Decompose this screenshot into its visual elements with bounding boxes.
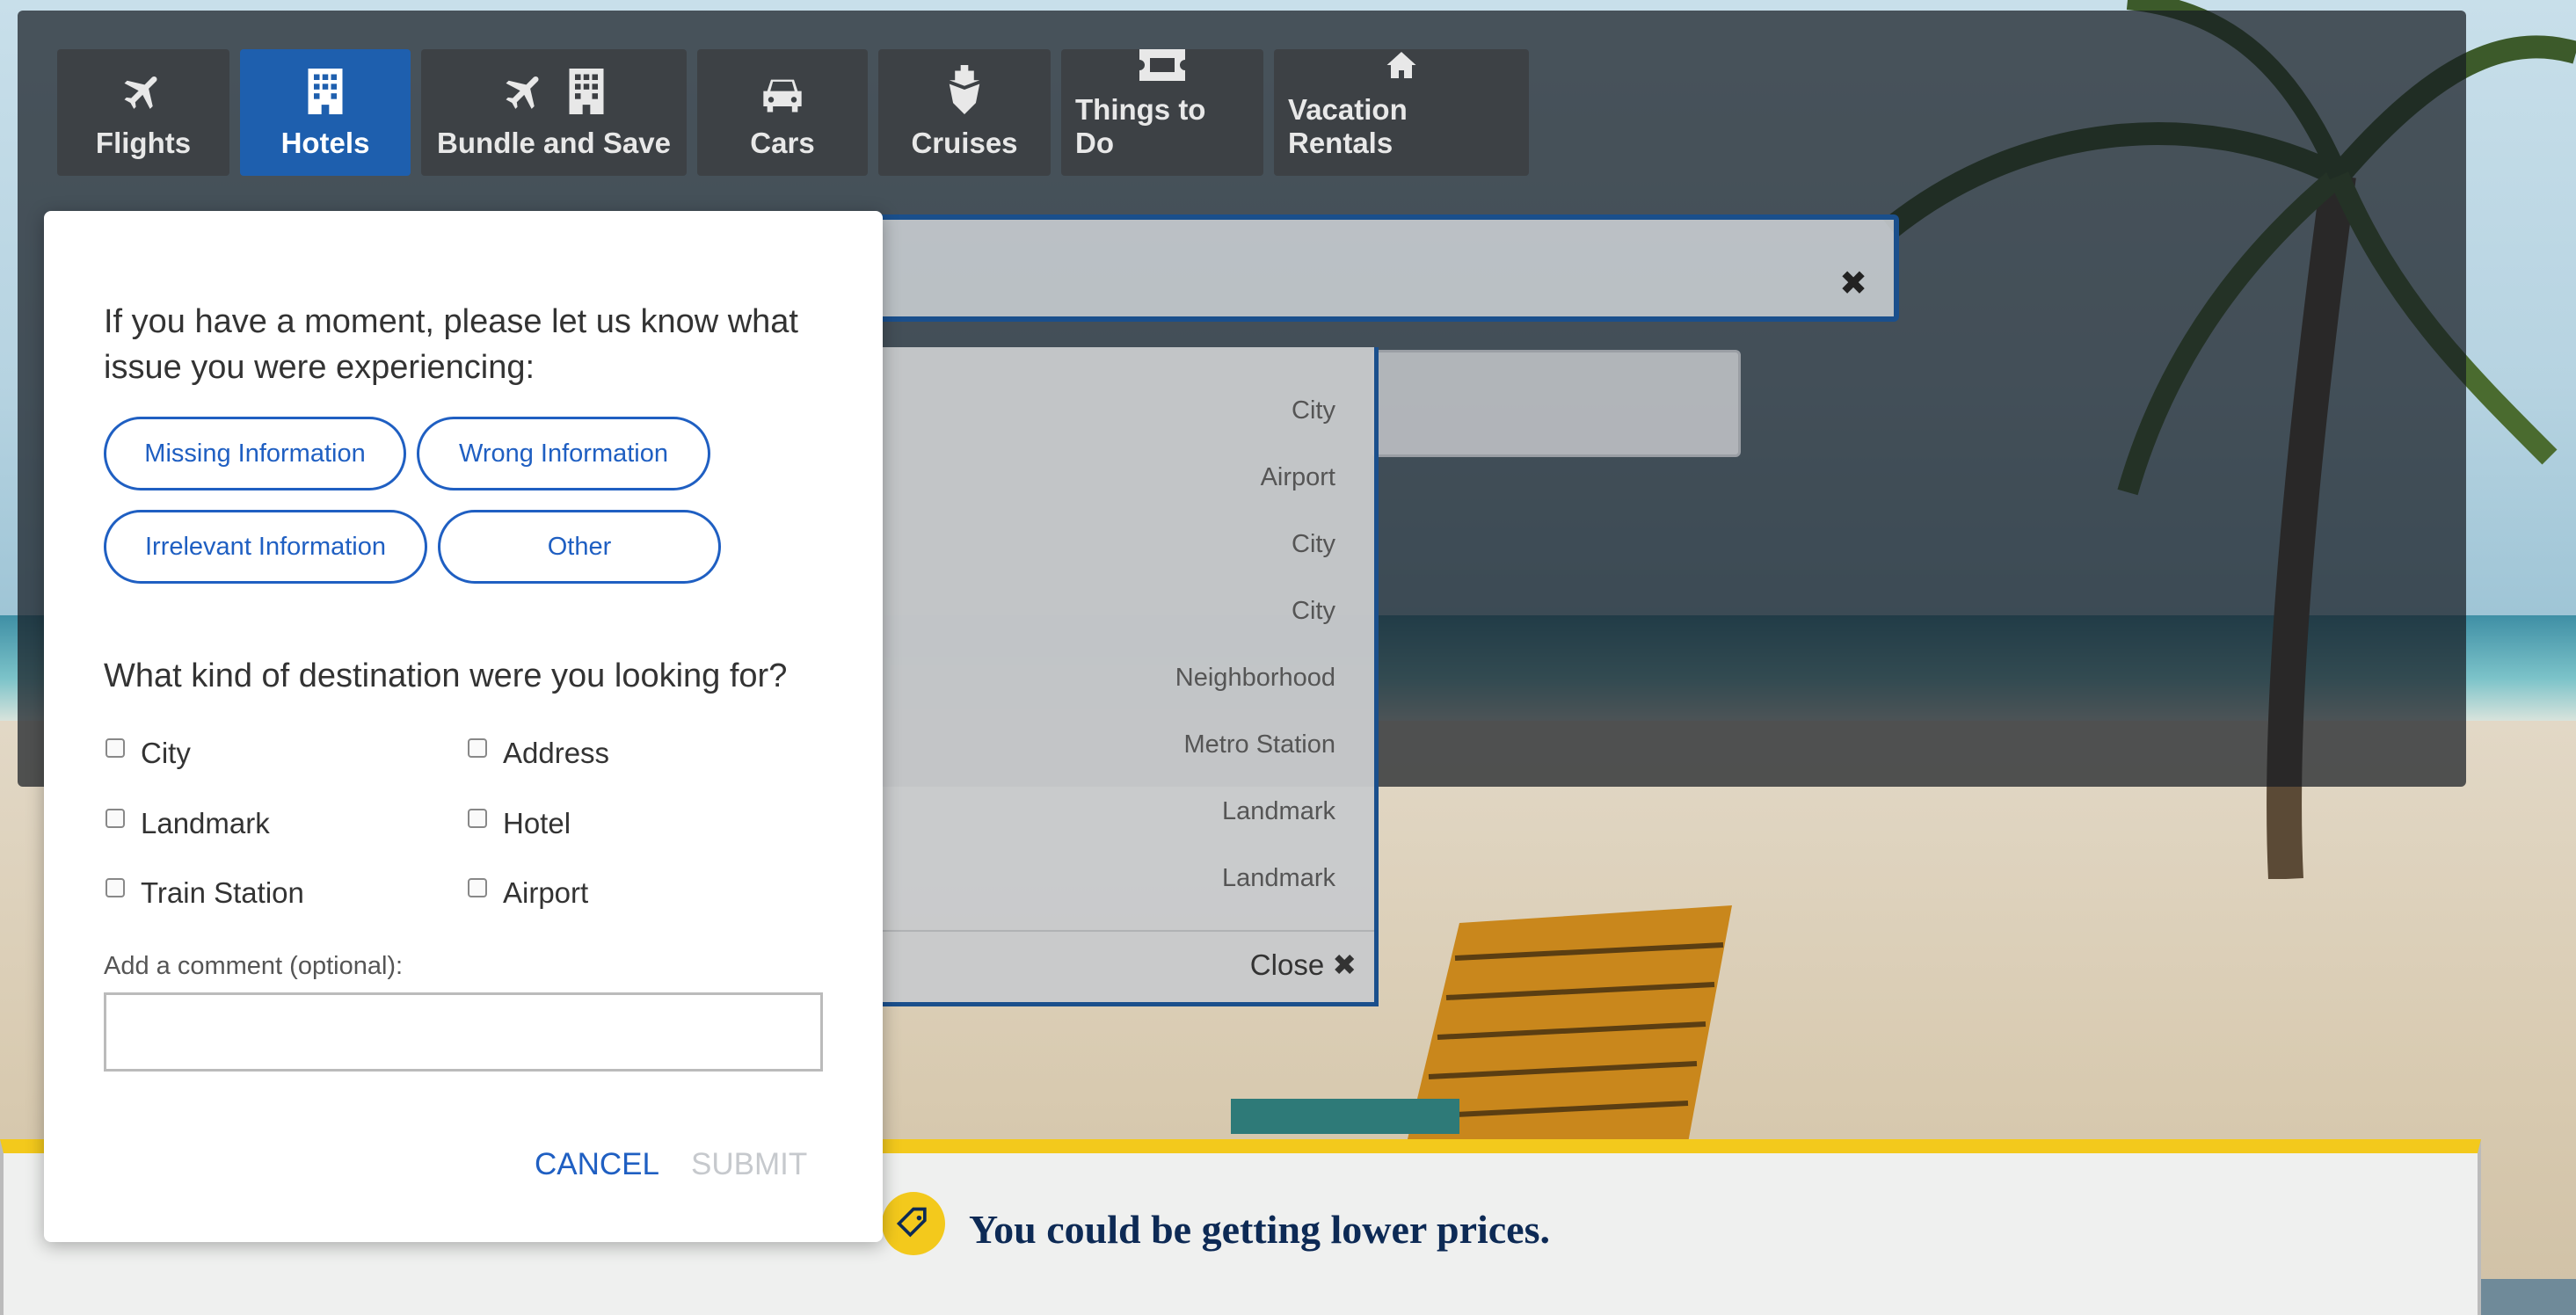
- plane-icon: [124, 76, 157, 109]
- close-label: Close: [1249, 948, 1325, 981]
- tab-label: Hotels: [280, 127, 370, 159]
- suggestion-type[interactable]: Landmark: [1222, 864, 1335, 893]
- suggestion-type[interactable]: Neighborhood: [1175, 664, 1335, 693]
- checkbox-label: City: [141, 737, 191, 769]
- checkbox-airport[interactable]: Airport: [468, 876, 588, 910]
- issue-question: If you have a moment, please let us know…: [104, 303, 798, 386]
- checkbox-label: Hotel: [503, 807, 571, 839]
- submit-button[interactable]: SUBMIT: [691, 1147, 807, 1182]
- tab-vacation-rentals[interactable]: Vacation Rentals: [1274, 49, 1529, 176]
- car-icon: [763, 79, 802, 113]
- close-icon: ✖: [1332, 948, 1357, 981]
- checkbox[interactable]: [468, 809, 487, 828]
- destination-question: What kind of destination were you lookin…: [104, 658, 788, 694]
- checkbox[interactable]: [106, 738, 125, 758]
- destination-suggestions: City Airport City City Neighborhood Metr…: [862, 347, 1379, 1006]
- checkbox-label: Landmark: [141, 807, 270, 839]
- tab-bundle-and-save[interactable]: Bundle and Save: [421, 49, 687, 176]
- tab-label: Bundle and Save: [437, 127, 671, 159]
- option-other[interactable]: Other: [438, 510, 721, 584]
- checkbox-hotel[interactable]: Hotel: [468, 807, 571, 840]
- checkbox-address[interactable]: Address: [468, 737, 609, 770]
- suggestion-type[interactable]: City: [1292, 530, 1335, 559]
- building-icon: [569, 69, 604, 114]
- cancel-button[interactable]: CANCEL: [535, 1147, 659, 1182]
- suggestion-type[interactable]: City: [1292, 597, 1335, 626]
- ship-icon: [949, 65, 980, 114]
- suggestion-type[interactable]: City: [1292, 396, 1335, 425]
- suggestion-type[interactable]: Metro Station: [1184, 730, 1335, 759]
- tab-cruises[interactable]: Cruises: [878, 49, 1051, 176]
- checkbox-label: Train Station: [141, 876, 304, 909]
- tab-cars[interactable]: Cars: [697, 49, 868, 176]
- comment-field[interactable]: [104, 992, 823, 1072]
- checkbox-label: Address: [503, 737, 610, 769]
- checkbox[interactable]: [468, 878, 487, 897]
- product-tabs: Flights Hotels Bundle and Save Cars Crui…: [57, 49, 1529, 176]
- price-banner-text: You could be getting lower prices.: [969, 1207, 1551, 1252]
- checkbox[interactable]: [106, 878, 125, 897]
- tab-flights[interactable]: Flights: [57, 49, 229, 176]
- option-missing-information[interactable]: Missing Information: [104, 417, 406, 490]
- comment-label: Add a comment (optional):: [104, 952, 404, 980]
- tab-label: Flights: [95, 127, 192, 159]
- date-field[interactable]: [1372, 350, 1741, 457]
- checkbox-city[interactable]: City: [106, 737, 191, 770]
- close-suggestions-button[interactable]: Close ✖: [1250, 948, 1357, 982]
- checkbox-label: Airport: [503, 876, 589, 909]
- close-icon[interactable]: ✖: [1839, 264, 1867, 303]
- tab-label: Cruises: [911, 127, 1018, 159]
- destination-input[interactable]: ✖: [870, 214, 1899, 322]
- plane-icon: [506, 76, 539, 109]
- house-icon: [1386, 52, 1416, 78]
- building-icon: [308, 69, 343, 114]
- tab-label: Vacation Rentals: [1288, 93, 1408, 159]
- tab-things-to-do[interactable]: Things to Do: [1061, 49, 1263, 176]
- option-wrong-information[interactable]: Wrong Information: [417, 417, 710, 490]
- checkbox-landmark[interactable]: Landmark: [106, 807, 270, 840]
- tab-hotels[interactable]: Hotels: [240, 49, 411, 176]
- option-irrelevant-information[interactable]: Irrelevant Information: [104, 510, 427, 584]
- checkbox[interactable]: [106, 809, 125, 828]
- tab-label: Cars: [750, 127, 815, 159]
- suggestion-type[interactable]: Airport: [1261, 463, 1335, 492]
- checkbox-train-station[interactable]: Train Station: [106, 876, 304, 910]
- feedback-dialog: If you have a moment, please let us know…: [44, 211, 883, 1242]
- suggestion-type[interactable]: Landmark: [1222, 797, 1335, 826]
- ticket-icon: [1139, 49, 1185, 81]
- checkbox[interactable]: [468, 738, 487, 758]
- tab-label: Things to Do: [1075, 93, 1206, 159]
- suggestions-footer: Close ✖: [866, 930, 1374, 1002]
- price-tag-icon: [882, 1192, 945, 1255]
